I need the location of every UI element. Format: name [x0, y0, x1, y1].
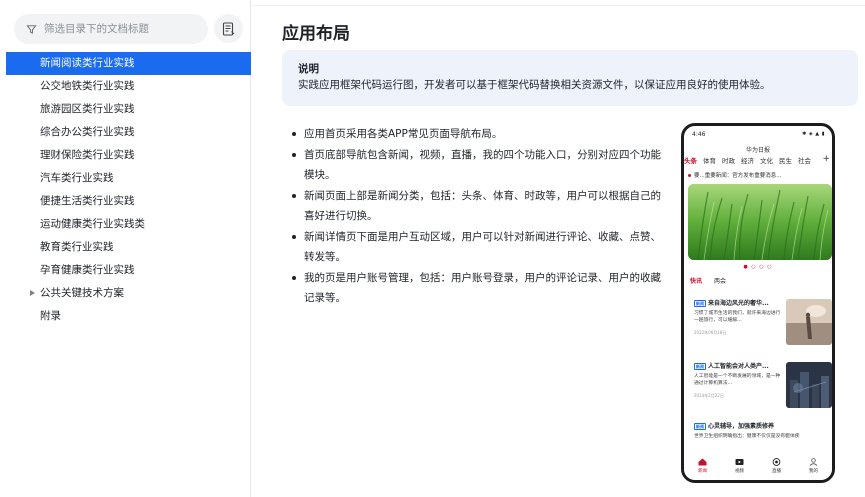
- category-tab: 头条: [684, 157, 697, 165]
- nav-item-label: 理财保险类行业实践: [40, 149, 135, 161]
- main-content: 应用布局 说明 实践应用框架代码运行图，开发者可以基于框架代码替换相关资源文件，…: [252, 0, 865, 497]
- nav-item-automotive[interactable]: 汽车类行业实践: [6, 167, 251, 190]
- bottom-nav-live: 直播: [772, 458, 781, 474]
- status-time: 4:46: [692, 131, 706, 138]
- nav-item-transit[interactable]: 公交地铁类行业实践: [6, 75, 251, 98]
- nav-item-tourism[interactable]: 旅游园区类行业实践: [6, 98, 251, 121]
- subtab: 两会: [713, 278, 726, 285]
- status-icons: ✱ ◈ ▲ ▮: [802, 131, 825, 137]
- add-category-icon: +: [822, 154, 830, 164]
- nav-item-label: 旅游园区类行业实践: [40, 103, 135, 115]
- doc-nav: 新闻阅读类行业实践 公交地铁类行业实践 旅游园区类行业实践 综合办公类行业实践 …: [6, 52, 251, 328]
- sidebar: 新闻阅读类行业实践 公交地铁类行业实践 旅游园区类行业实践 综合办公类行业实践 …: [0, 0, 251, 497]
- bullet-item: 首页底部导航包含新闻，视频，直播，我的四个功能入口，分别对应四个功能模块。: [292, 145, 662, 185]
- news-headline: 心灵辅导，加强素质修养: [708, 423, 775, 430]
- bottom-nav-label: 新闻: [698, 469, 707, 474]
- phone-screenshot: 4:46 ✱ ◈ ▲ ▮ 华为日报 头条 体育 时政 经济 文化 民生 社会 +…: [681, 123, 835, 483]
- category-tab: 经济: [741, 157, 754, 165]
- bottom-nav-video: 视频: [735, 458, 744, 474]
- news-summary: 世界卫生组织明确指出：健康不仅仅是没有躯体疾: [694, 434, 800, 439]
- category-tabs: 头条 体育 时政 经济 文化 民生 社会: [684, 155, 832, 168]
- nav-item-lifestyle[interactable]: 便捷生活类行业实践: [6, 190, 251, 213]
- note-text: 实践应用框架代码运行图，开发者可以基于框架代码替换相关资源文件，以保证应用良好的…: [298, 79, 771, 91]
- nav-item-label: 运动健康类行业实践类: [40, 218, 145, 230]
- nav-item-label: 教育类行业实践: [40, 241, 114, 253]
- ticker-dot-icon: [688, 174, 691, 177]
- news-subtabs: 快讯 两会: [690, 276, 726, 285]
- nav-item-label: 汽车类行业实践: [40, 172, 114, 184]
- filter-input[interactable]: [44, 23, 194, 35]
- document-outline-button[interactable]: [214, 14, 243, 43]
- filter-bar[interactable]: [14, 14, 208, 44]
- nav-item-appendix[interactable]: 附录: [6, 305, 251, 328]
- category-tab: 时政: [722, 157, 735, 165]
- beach-image: [786, 299, 832, 345]
- app-title: 华为日报: [745, 147, 770, 154]
- bottom-nav-mine: 我的: [809, 458, 818, 474]
- carousel-dots: ● ○ ○ ○: [743, 264, 773, 270]
- bottom-nav-label: 我的: [809, 469, 818, 474]
- bottom-nav-news: 新闻: [698, 458, 707, 474]
- note-title: 说明: [298, 63, 319, 75]
- bottom-nav-label: 视频: [735, 469, 744, 474]
- page-title: 应用布局: [282, 24, 350, 44]
- user-icon: [809, 458, 818, 466]
- nav-item-label: 综合办公类行业实践: [40, 126, 135, 138]
- document-icon: [222, 21, 235, 36]
- nav-item-education[interactable]: 教育类行业实践: [6, 236, 251, 259]
- bottom-nav: 新闻 视频 直播 我的: [684, 452, 832, 480]
- news-tag: 新闻: [694, 363, 706, 370]
- news-tag: 新闻: [694, 423, 706, 430]
- news-summary: 人工智能是一个不断发展的领域，是一种通过计算机算法...: [694, 374, 781, 386]
- news-summary: 习惯了城市生活的我们，就许来海边进行一趟旅行，可以缓解...: [694, 311, 781, 323]
- nav-item-label: 附录: [40, 310, 61, 322]
- nav-item-label: 公共关键技术方案: [40, 287, 124, 299]
- home-icon: [698, 458, 707, 466]
- nav-item-finance[interactable]: 理财保险类行业实践: [6, 144, 251, 167]
- nav-item-label: 孕育健康类行业实践: [40, 264, 135, 276]
- nav-item-label: 便捷生活类行业实践: [40, 195, 135, 207]
- nav-item-office[interactable]: 综合办公类行业实践: [6, 121, 251, 144]
- bullet-item: 应用首页采用各类APP常见页面导航布局。: [292, 124, 662, 144]
- top-divider: [252, 0, 865, 6]
- nav-item-label: 新闻阅读类行业实践: [40, 57, 135, 69]
- news-thumbnail: [786, 362, 832, 408]
- nav-item-news-reading[interactable]: 新闻阅读类行业实践: [6, 52, 251, 75]
- city-image: [786, 362, 832, 408]
- nav-item-label: 公交地铁类行业实践: [40, 80, 135, 92]
- filter-icon: [26, 24, 37, 34]
- layout-bullet-list: 应用首页采用各类APP常见页面导航布局。 首页底部导航包含新闻，视频，直播，我的…: [292, 124, 662, 309]
- bottom-nav-label: 直播: [772, 469, 781, 474]
- banner-image: [688, 184, 832, 260]
- news-headline: 人工智能会对人类产...: [708, 363, 769, 370]
- news-ticker: 要...重要新闻：官方发布重要消息...: [688, 171, 782, 179]
- bullet-item: 我的页是用户账号管理，包括：用户账号登录，用户的评论记录、用户的收藏记录等。: [292, 268, 662, 308]
- category-tab: 文化: [760, 157, 773, 165]
- nav-item-maternity[interactable]: 孕育健康类行业实践: [6, 259, 251, 282]
- news-headline: 来自海边风光的奢华...: [708, 300, 769, 307]
- grass-image: [688, 184, 832, 260]
- video-icon: [735, 459, 744, 465]
- nav-item-key-tech[interactable]: 公共关键技术方案: [6, 282, 251, 305]
- expand-caret-icon[interactable]: [30, 290, 35, 296]
- news-item: 新闻 人工智能会对人类产... 人工智能是一个不断发展的领域，是一种通过计算机算法…: [694, 362, 832, 414]
- category-tab: 民生: [779, 157, 792, 165]
- note-box: 说明 实践应用框架代码运行图，开发者可以基于框架代码替换相关资源文件，以保证应用…: [282, 50, 858, 106]
- bullet-item: 新闻页面上部是新闻分类，包括：头条、体育、时政等，用户可以根据自己的喜好进行切换…: [292, 186, 662, 226]
- subtab: 快讯: [690, 278, 703, 285]
- nav-item-sports-health[interactable]: 运动健康类行业实践类: [6, 213, 251, 236]
- bullet-item: 新闻详情页下面是用户互动区域，用户可以针对新闻进行评论、收藏、点赞、转发等。: [292, 227, 662, 267]
- category-tab: 社会: [798, 157, 811, 165]
- category-tab: 体育: [703, 157, 716, 165]
- live-icon: [772, 458, 781, 466]
- news-item: 新闻 来自海边风光的奢华... 习惯了城市生活的我们，就许来海边进行一趟旅行，可以…: [694, 299, 832, 351]
- ticker-text: 要...重要新闻：官方发布重要消息...: [694, 173, 782, 179]
- news-thumbnail: [786, 299, 832, 345]
- news-tag: 新闻: [694, 300, 706, 307]
